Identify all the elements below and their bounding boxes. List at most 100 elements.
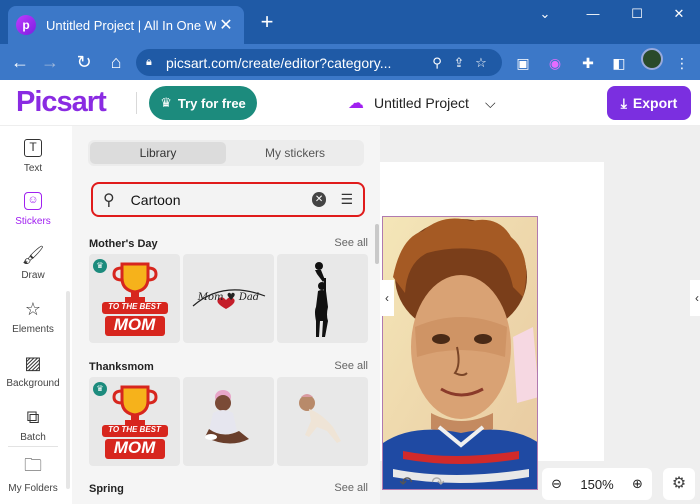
section-title: Spring bbox=[89, 483, 124, 495]
browser-menu-icon[interactable]: ⋮ bbox=[672, 53, 692, 73]
sticker-search-box: ⚲ ✕ ☰ bbox=[91, 182, 365, 217]
close-icon[interactable]: ✕ bbox=[664, 4, 694, 24]
chevron-down-icon: ⌵ bbox=[484, 94, 496, 111]
extension-screenshot-icon[interactable]: ▣ bbox=[513, 53, 533, 73]
tab-library[interactable]: Library bbox=[90, 142, 226, 164]
toolbar-scrollbar[interactable] bbox=[66, 291, 70, 489]
baby-lying-sticker bbox=[299, 394, 341, 443]
home-icon[interactable]: ⌂ bbox=[104, 50, 128, 74]
toolbar-divider bbox=[8, 446, 58, 447]
project-name-dropdown[interactable]: ☁ Untitled Project ⌵ bbox=[348, 93, 496, 113]
zoom-level[interactable]: 150% bbox=[580, 477, 613, 492]
try-for-free-button[interactable]: ♛ Try for free bbox=[149, 86, 257, 120]
zoom-control: ⊖ 150% ⊕ bbox=[542, 468, 652, 500]
library-tabs: Library My stickers bbox=[88, 140, 364, 166]
picsart-logo[interactable]: Picsart bbox=[16, 86, 107, 119]
zoom-search-icon[interactable]: ⚲ bbox=[426, 55, 448, 71]
sticker-tile[interactable]: Mom ♥ Dad bbox=[183, 254, 274, 343]
stickers-panel: Library My stickers ⚲ ✕ ☰ Mother's Day S… bbox=[72, 126, 380, 504]
search-icon: ⚲ bbox=[103, 191, 115, 209]
tool-draw[interactable]: 🖌︎ Draw bbox=[0, 243, 66, 282]
see-all-link[interactable]: See all bbox=[334, 360, 368, 372]
text-tool-icon: T bbox=[21, 136, 45, 160]
tool-text[interactable]: T Text bbox=[0, 136, 66, 174]
tool-stickers[interactable]: ☺ Stickers bbox=[0, 189, 66, 227]
sticker-caption: TO THE BEST bbox=[108, 302, 161, 311]
zoom-in-icon[interactable]: ⊕ bbox=[632, 476, 643, 492]
batch-icon: ⧉ bbox=[26, 406, 40, 427]
artboard[interactable] bbox=[380, 162, 604, 490]
tool-label: Text bbox=[23, 163, 43, 174]
redo-icon[interactable]: ↷ bbox=[426, 472, 450, 496]
portrait-illustration bbox=[383, 217, 537, 489]
share-icon[interactable]: ⇪ bbox=[448, 55, 470, 71]
settings-gear-icon[interactable]: ⚙ bbox=[663, 468, 695, 500]
collapse-right-chevron-icon[interactable]: ‹ bbox=[690, 280, 700, 316]
tool-label: Background bbox=[6, 378, 60, 389]
sticker-caption: MOM bbox=[113, 315, 156, 334]
profile-avatar[interactable] bbox=[641, 48, 663, 70]
lock-icon: 🔒︎ bbox=[146, 56, 152, 68]
address-toolbar: ← → ↻ ⌂ 🔒︎ picsart.com/create/editor?cat… bbox=[0, 44, 700, 80]
back-arrow-icon[interactable]: ← bbox=[8, 50, 32, 74]
sticker-tile[interactable]: ♛ TO THE BEST MOM bbox=[89, 254, 180, 343]
tool-label: Stickers bbox=[15, 216, 51, 227]
tab-close-icon[interactable]: ✕ bbox=[216, 15, 236, 35]
tab-title: Untitled Project | All In One Web bbox=[46, 17, 216, 33]
sticker-tile[interactable] bbox=[277, 254, 368, 343]
baby-sitting-sticker bbox=[205, 390, 249, 444]
premium-crown-icon: ♛ bbox=[93, 259, 107, 273]
side-panel-icon[interactable]: ◧ bbox=[609, 53, 629, 73]
cartoon-portrait-image[interactable] bbox=[382, 216, 538, 490]
bookmark-star-icon[interactable]: ☆ bbox=[470, 55, 492, 71]
sticker-icon: ☺ bbox=[21, 189, 45, 213]
section-title: Mother's Day bbox=[89, 238, 158, 250]
tab-search-icon[interactable]: ⌄ bbox=[530, 4, 560, 24]
browser-tab[interactable]: p Untitled Project | All In One Web ✕ bbox=[8, 6, 244, 44]
sticker-caption: TO THE BEST bbox=[108, 425, 161, 434]
maximize-icon[interactable]: ☐ bbox=[622, 4, 652, 24]
see-all-link[interactable]: See all bbox=[334, 482, 368, 494]
sticker-tile[interactable] bbox=[277, 377, 368, 466]
tool-my-folders[interactable]: 🗀 My Folders bbox=[0, 455, 66, 494]
new-tab-button[interactable]: + bbox=[256, 10, 278, 34]
header-divider bbox=[136, 92, 137, 114]
forward-arrow-icon[interactable]: → bbox=[38, 50, 62, 74]
try-for-free-label: Try for free bbox=[177, 95, 246, 111]
tool-label: Batch bbox=[20, 432, 46, 443]
browser-tabstrip: p Untitled Project | All In One Web ✕ + … bbox=[0, 0, 700, 44]
download-icon: ⤓ bbox=[620, 94, 627, 111]
tool-batch[interactable]: ⧉ Batch bbox=[0, 405, 66, 444]
app-header: Picsart ♛ Try for free ☁ Untitled Projec… bbox=[0, 80, 700, 126]
sticker-search-input[interactable] bbox=[130, 191, 312, 208]
zoom-out-icon[interactable]: ⊖ bbox=[551, 476, 562, 492]
export-button[interactable]: ⤓ Export bbox=[607, 86, 691, 120]
extensions-puzzle-icon[interactable]: ✚ bbox=[578, 53, 598, 73]
clear-search-icon[interactable]: ✕ bbox=[311, 192, 327, 207]
sticker-tile[interactable] bbox=[183, 377, 274, 466]
panel-scrollbar[interactable] bbox=[375, 224, 379, 264]
collapse-panel-chevron-left-icon[interactable]: ‹ bbox=[380, 280, 394, 316]
canvas-area: ‹ ‹ ↶ ↷ ⊖ 150% ⊕ ⚙ bbox=[380, 126, 700, 504]
url-field[interactable]: 🔒︎ picsart.com/create/editor?category...… bbox=[136, 49, 502, 76]
canvas-bottom-bar: ↶ ↷ ⊖ 150% ⊕ ⚙ bbox=[380, 464, 700, 504]
brush-icon: 🖌︎ bbox=[21, 244, 45, 265]
filter-icon[interactable]: ☰ bbox=[340, 191, 353, 208]
undo-icon[interactable]: ↶ bbox=[394, 472, 418, 496]
reload-icon[interactable]: ↻ bbox=[72, 50, 96, 74]
sticker-tile[interactable]: ♛ TO THE BEST MOM bbox=[89, 377, 180, 466]
star-icon: ☆ bbox=[24, 298, 42, 319]
export-label: Export bbox=[632, 95, 678, 111]
picsart-favicon-icon: p bbox=[16, 15, 36, 35]
tool-background[interactable]: ▨ Background bbox=[0, 351, 66, 390]
minimize-icon[interactable]: — bbox=[578, 4, 608, 24]
tool-elements[interactable]: ☆ Elements bbox=[0, 297, 66, 336]
cloud-check-icon: ☁ bbox=[348, 95, 364, 112]
url-text: picsart.com/create/editor?category... bbox=[166, 54, 392, 71]
tab-my-stickers[interactable]: My stickers bbox=[228, 142, 362, 164]
folder-icon: 🗀 bbox=[24, 455, 42, 475]
crown-icon: ♛ bbox=[160, 95, 172, 110]
tool-label: Draw bbox=[21, 270, 45, 281]
see-all-link[interactable]: See all bbox=[334, 237, 368, 249]
extension-purple-icon[interactable]: ◉ bbox=[545, 53, 565, 73]
